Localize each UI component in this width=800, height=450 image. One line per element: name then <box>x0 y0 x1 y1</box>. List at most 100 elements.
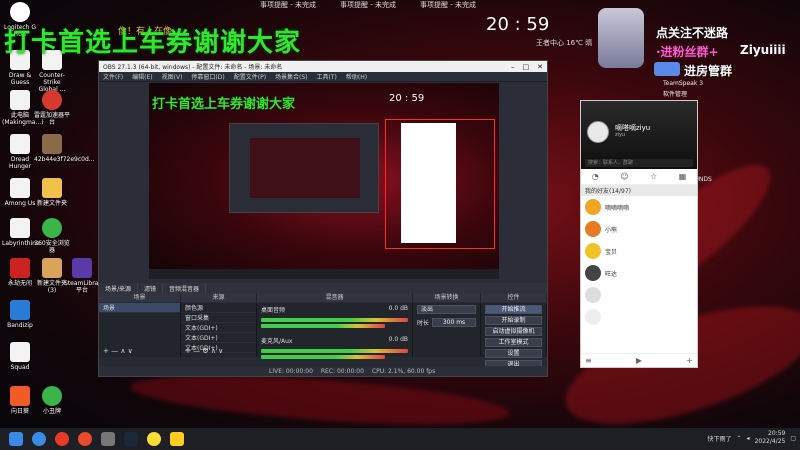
list-item[interactable]: 软件管理 <box>663 89 712 100</box>
source-item[interactable]: 文本(GDI+) <box>181 333 256 343</box>
folder-icon[interactable] <box>170 432 184 446</box>
minimize-icon[interactable]: – <box>511 63 515 71</box>
menu-icon[interactable]: ≡ <box>585 356 592 365</box>
play-icon[interactable]: ▶ <box>636 356 642 365</box>
list-item[interactable]: 旺达 <box>581 262 697 284</box>
list-item[interactable]: TeamSpeak 3 <box>663 78 712 89</box>
mixer-level: 0.0 dB <box>388 305 408 312</box>
menu-help[interactable]: 帮助(H) <box>346 72 367 81</box>
desktop-icon-dread-hunger[interactable]: Dread Hunger <box>2 134 38 170</box>
transition-select[interactable]: 淡出 <box>417 305 476 314</box>
duration-label: 时长 <box>417 320 430 327</box>
duration-input[interactable]: 300 ms <box>432 318 476 327</box>
space-icon[interactable]: ☆ <box>650 172 657 181</box>
contacts-icon[interactable]: ☺ <box>620 172 628 181</box>
app-icon <box>42 90 62 110</box>
desktop-icon-joker[interactable]: 小丑牌 <box>34 386 70 415</box>
message-icon[interactable]: ◔ <box>592 172 599 181</box>
menu-view[interactable]: 视图(V) <box>162 72 183 81</box>
overlay-title: 打卡首选上车券谢谢大家 <box>4 28 302 58</box>
desktop-icon-squad[interactable]: Squad <box>2 342 38 371</box>
avatar <box>585 199 601 215</box>
source-item[interactable]: 颜色源 <box>181 303 256 313</box>
apps-icon[interactable]: ▦ <box>679 172 687 181</box>
archive-icon <box>10 300 30 320</box>
tray-clock[interactable]: 20:59 2022/4/25 <box>755 430 786 446</box>
selection-box[interactable] <box>385 119 495 249</box>
dock-header-sources: 来源 <box>181 293 257 302</box>
maximize-icon[interactable]: □ <box>523 63 530 71</box>
top-window-3[interactable]: 事项提醒 - 未完成 <box>420 0 476 12</box>
transition-duration-row: 时长 300 ms <box>413 316 480 329</box>
obs-preview[interactable]: 打卡首选上车券谢谢大家 20 : 59 <box>149 83 499 279</box>
netease-icon[interactable] <box>55 432 69 446</box>
list-item[interactable]: 嘀嘀嘀嘀 <box>581 196 697 218</box>
virtual-camera-button[interactable]: 启动虚拟摄像机 <box>485 327 542 336</box>
desktop-clock: 20 : 59 <box>486 14 550 35</box>
menu-tools[interactable]: 工具(T) <box>317 72 337 81</box>
desktop-icon-steamlib[interactable]: SteamLibrary平台 <box>64 258 105 294</box>
qq-icon <box>654 62 680 76</box>
menu-scene-collection[interactable]: 场景集合(S) <box>275 72 308 81</box>
panel-tabs: 场景/来源 滤镜 音频混音器 <box>99 283 547 293</box>
fan-group-text: ·进粉丝群+ <box>656 45 719 59</box>
desktop-icon-folder[interactable]: 新建文件夹 <box>34 178 70 207</box>
obs-icon[interactable] <box>101 432 115 446</box>
list-item[interactable] <box>581 306 697 328</box>
scene-add-icon[interactable]: + — ∧ ∨ <box>103 347 133 355</box>
system-tray: 快下雨了 ⌃ ◂ 20:59 2022/4/25 ▢ <box>708 430 797 446</box>
obs-window[interactable]: OBS 27.1.3 (64-bit, windows) - 配置文件: 未命名… <box>98 60 548 377</box>
icon-label: SteamLibrary平台 <box>64 280 105 294</box>
source-add-icon[interactable]: + — ⚙ ∧ ∨ <box>185 347 223 355</box>
source-label: 文本(GDI+) <box>185 325 218 332</box>
top-window-2[interactable]: 事项提醒 - 未完成 <box>340 0 396 12</box>
icon-label: 永劫无间 <box>7 280 32 287</box>
list-item[interactable] <box>581 284 697 306</box>
desktop-icon-among-us[interactable]: Among Us <box>2 178 38 207</box>
desktop-icon-labyrinthine[interactable]: Labyrinthine <box>2 218 40 247</box>
weather-text[interactable]: 快下雨了 <box>708 434 732 443</box>
menu-edit[interactable]: 编辑(E) <box>132 72 152 81</box>
search-input[interactable]: 搜索：联系人、群聊 <box>585 159 693 167</box>
start-icon[interactable] <box>9 432 23 446</box>
volume-slider[interactable] <box>261 324 385 328</box>
tray-up-icon[interactable]: ⌃ <box>737 435 742 442</box>
browser-icon[interactable] <box>78 432 92 446</box>
volume-slider[interactable] <box>261 355 385 359</box>
tab-audio-mixer[interactable]: 音频混音器 <box>163 283 207 293</box>
qq-window[interactable]: 嘀嗒嘀ziyu ziyu 搜索：联系人、群聊 ◔ ☺ ☆ ▦ 我的好友(14/9… <box>580 100 698 368</box>
desktop-icon-bandizip[interactable]: Bandizip <box>2 300 38 329</box>
menu-file[interactable]: 文件(F) <box>103 72 123 81</box>
source-item[interactable]: 窗口采集 <box>181 313 256 323</box>
close-icon[interactable]: ✕ <box>537 63 543 71</box>
start-recording-button[interactable]: 开始录制 <box>485 316 542 325</box>
list-item[interactable]: 宝贝 <box>581 240 697 262</box>
volume-icon[interactable]: ◂ <box>747 435 750 442</box>
obs-titlebar[interactable]: OBS 27.1.3 (64-bit, windows) - 配置文件: 未命名… <box>99 61 547 72</box>
steam-icon[interactable] <box>124 432 138 446</box>
tab-filters[interactable]: 滤镜 <box>138 283 164 293</box>
start-streaming-button[interactable]: 开始推流 <box>485 305 542 314</box>
list-item[interactable]: 小熊 <box>581 218 697 240</box>
add-icon[interactable]: + <box>686 356 693 365</box>
notification-icon[interactable]: ▢ <box>790 435 796 442</box>
scene-item[interactable]: 场景 <box>99 303 180 313</box>
menu-profile[interactable]: 配置文件(P) <box>234 72 266 81</box>
menu-docks[interactable]: 停靠窗口(D) <box>191 72 224 81</box>
avatar[interactable] <box>587 121 609 143</box>
source-item[interactable]: 文本(GDI+) <box>181 323 256 333</box>
desktop-icon-file[interactable]: 42b44e3f72e9c0d... <box>34 134 95 163</box>
desktop-icon-sunflower[interactable]: 向日葵 <box>2 386 38 415</box>
mixer-dock: 桌面音频 0.0 dB 麦克风/Aux 0.0 dB <box>257 303 413 359</box>
settings-button[interactable]: 设置 <box>485 349 542 358</box>
qq-icon[interactable] <box>147 432 161 446</box>
desktop-icon-naraka[interactable]: 永劫无间 <box>2 258 38 287</box>
studio-mode-button[interactable]: 工作室模式 <box>485 338 542 347</box>
tab-scenes-sources[interactable]: 场景/来源 <box>99 283 139 293</box>
top-window-1[interactable]: 事项提醒 - 未完成 <box>260 0 316 12</box>
edge-icon[interactable] <box>32 432 46 446</box>
desktop-icon-leiting[interactable]: 雷霆加速器平台 <box>34 90 70 126</box>
desktop-icon-mycomputer[interactable]: 此电脑(Makingma...) <box>2 90 44 126</box>
friend-group[interactable]: 我的好友(14/97) <box>581 185 697 196</box>
desktop-icon-360[interactable]: 360安全浏览器 <box>34 218 70 254</box>
